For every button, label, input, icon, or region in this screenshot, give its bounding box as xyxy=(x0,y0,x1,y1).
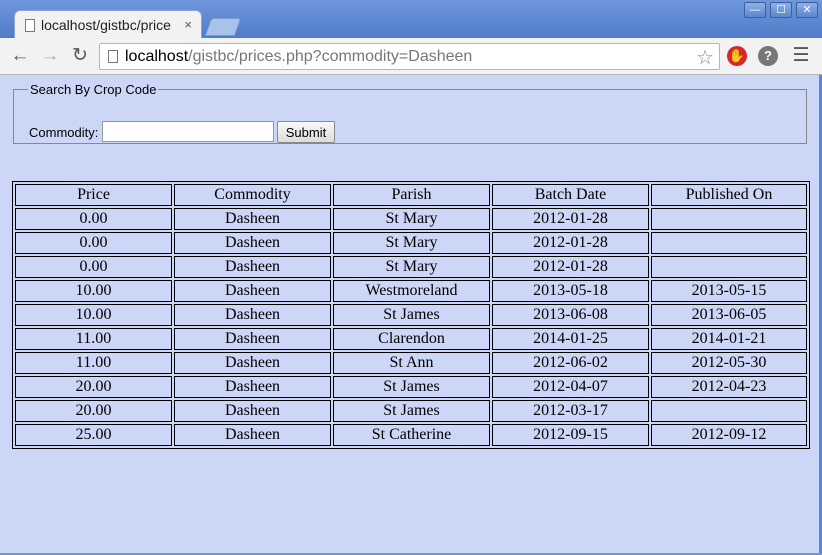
commodity-label: Commodity: xyxy=(29,125,99,140)
table-row: 10.00 Dasheen St James 2013-06-08 2013-06-05 xyxy=(15,304,807,326)
cell-batch-date: 2013-05-18 xyxy=(492,280,649,302)
table-row: 25.00 Dasheen St Catherine 2012-09-15 2012-0… xyxy=(15,424,807,446)
forward-icon[interactable]: → xyxy=(38,44,62,68)
cell-price: 11.00 xyxy=(15,328,172,350)
cell-parish: St James xyxy=(333,400,490,422)
cell-published-on: 2014-01-21 xyxy=(651,328,807,350)
cell-parish: Clarendon xyxy=(333,328,490,350)
table-header-row: Price Commodity Parish Batch Date Publis… xyxy=(15,184,807,206)
cell-price: 20.00 xyxy=(15,376,172,398)
submit-button[interactable]: Submit xyxy=(277,121,335,143)
browser-window: localhost/gistbc/price × — ☐ ✕ ← → ↻ loc… xyxy=(0,0,822,555)
cell-batch-date: 2012-09-15 xyxy=(492,424,649,446)
header-published-on: Published On xyxy=(651,184,807,206)
cell-parish: St Mary xyxy=(333,256,490,278)
cell-commodity: Dasheen xyxy=(174,304,331,326)
cell-published-on xyxy=(651,208,807,230)
cell-batch-date: 2014-01-25 xyxy=(492,328,649,350)
cell-parish: Westmoreland xyxy=(333,280,490,302)
cell-commodity: Dasheen xyxy=(174,208,331,230)
cell-price: 20.00 xyxy=(15,400,172,422)
cell-parish: St Mary xyxy=(333,232,490,254)
back-icon[interactable]: ← xyxy=(8,44,32,68)
prices-table: Price Commodity Parish Batch Date Publis… xyxy=(12,181,810,449)
cell-commodity: Dasheen xyxy=(174,328,331,350)
cell-batch-date: 2012-06-02 xyxy=(492,352,649,374)
window-close-button[interactable]: ✕ xyxy=(796,2,818,18)
cell-batch-date: 2012-01-28 xyxy=(492,232,649,254)
title-bar: localhost/gistbc/price × — ☐ ✕ xyxy=(0,0,822,40)
page-content: Search By Crop Code Commodity: Submit Pr… xyxy=(0,75,819,553)
cell-price: 25.00 xyxy=(15,424,172,446)
address-bar[interactable]: localhost/gistbc/prices.php?commodity=Da… xyxy=(99,43,720,70)
table-row: 20.00 Dasheen St James 2012-03-17 xyxy=(15,400,807,422)
menu-icon[interactable]: ☰ xyxy=(789,44,813,68)
cell-commodity: Dasheen xyxy=(174,376,331,398)
cell-published-on xyxy=(651,400,807,422)
search-legend: Search By Crop Code xyxy=(30,82,157,97)
cell-parish: St Ann xyxy=(333,352,490,374)
cell-commodity: Dasheen xyxy=(174,424,331,446)
bookmark-star-icon[interactable]: ☆ xyxy=(696,45,714,70)
cell-parish: St James xyxy=(333,376,490,398)
table-row: 20.00 Dasheen St James 2012-04-07 2012-04-23 xyxy=(15,376,807,398)
header-parish: Parish xyxy=(333,184,490,206)
table-row: 11.00 Dasheen Clarendon 2014-01-25 2014-01-2… xyxy=(15,328,807,350)
url-host: localhost xyxy=(125,48,189,65)
cell-batch-date: 2012-01-28 xyxy=(492,208,649,230)
table-row: 11.00 Dasheen St Ann 2012-06-02 2012-05-30 xyxy=(15,352,807,374)
cell-price: 0.00 xyxy=(15,232,172,254)
page-icon xyxy=(25,19,35,32)
cell-price: 11.00 xyxy=(15,352,172,374)
new-tab-button[interactable] xyxy=(204,18,242,36)
cell-batch-date: 2012-01-28 xyxy=(492,256,649,278)
cell-published-on: 2013-06-05 xyxy=(651,304,807,326)
table-row: 0.00 Dasheen St Mary 2012-01-28 xyxy=(15,256,807,278)
cell-batch-date: 2012-03-17 xyxy=(492,400,649,422)
cell-published-on: 2012-05-30 xyxy=(651,352,807,374)
cell-published-on xyxy=(651,256,807,278)
header-commodity: Commodity xyxy=(174,184,331,206)
cell-published-on xyxy=(651,232,807,254)
cell-published-on: 2012-04-23 xyxy=(651,376,807,398)
cell-parish: St Mary xyxy=(333,208,490,230)
cell-price: 0.00 xyxy=(15,208,172,230)
cell-published-on: 2012-09-12 xyxy=(651,424,807,446)
minimize-button[interactable]: — xyxy=(744,2,766,18)
reload-icon[interactable]: ↻ xyxy=(68,44,92,68)
header-batch-date: Batch Date xyxy=(492,184,649,206)
tab-close-icon[interactable]: × xyxy=(184,17,192,32)
cell-batch-date: 2013-06-08 xyxy=(492,304,649,326)
cell-commodity: Dasheen xyxy=(174,352,331,374)
search-fieldset: Search By Crop Code Commodity: Submit xyxy=(13,82,807,144)
cell-price: 10.00 xyxy=(15,280,172,302)
cell-commodity: Dasheen xyxy=(174,256,331,278)
address-url[interactable]: localhost/gistbc/prices.php?commodity=Da… xyxy=(125,48,472,66)
cell-published-on: 2013-05-15 xyxy=(651,280,807,302)
url-path: /gistbc/prices.php?commodity=Dasheen xyxy=(188,48,473,65)
cell-batch-date: 2012-04-07 xyxy=(492,376,649,398)
browser-tab[interactable]: localhost/gistbc/price × xyxy=(14,10,202,40)
cell-parish: St Catherine xyxy=(333,424,490,446)
stop-extension-icon[interactable]: ✋ xyxy=(727,46,747,66)
tab-title: localhost/gistbc/price xyxy=(41,17,171,33)
table-row: 0.00 Dasheen St Mary 2012-01-28 xyxy=(15,232,807,254)
cell-commodity: Dasheen xyxy=(174,400,331,422)
cell-parish: St James xyxy=(333,304,490,326)
maximize-button[interactable]: ☐ xyxy=(770,2,792,18)
cell-price: 0.00 xyxy=(15,256,172,278)
cell-commodity: Dasheen xyxy=(174,232,331,254)
commodity-input[interactable] xyxy=(102,121,274,142)
browser-toolbar: ← → ↻ localhost/gistbc/prices.php?commod… xyxy=(0,38,822,75)
cell-commodity: Dasheen xyxy=(174,280,331,302)
cell-price: 10.00 xyxy=(15,304,172,326)
table-row: 10.00 Dasheen Westmoreland 2013-05-18 2013-0… xyxy=(15,280,807,302)
header-price: Price xyxy=(15,184,172,206)
table-row: 0.00 Dasheen St Mary 2012-01-28 xyxy=(15,208,807,230)
page-icon xyxy=(108,50,118,63)
help-icon[interactable]: ? xyxy=(758,46,778,66)
